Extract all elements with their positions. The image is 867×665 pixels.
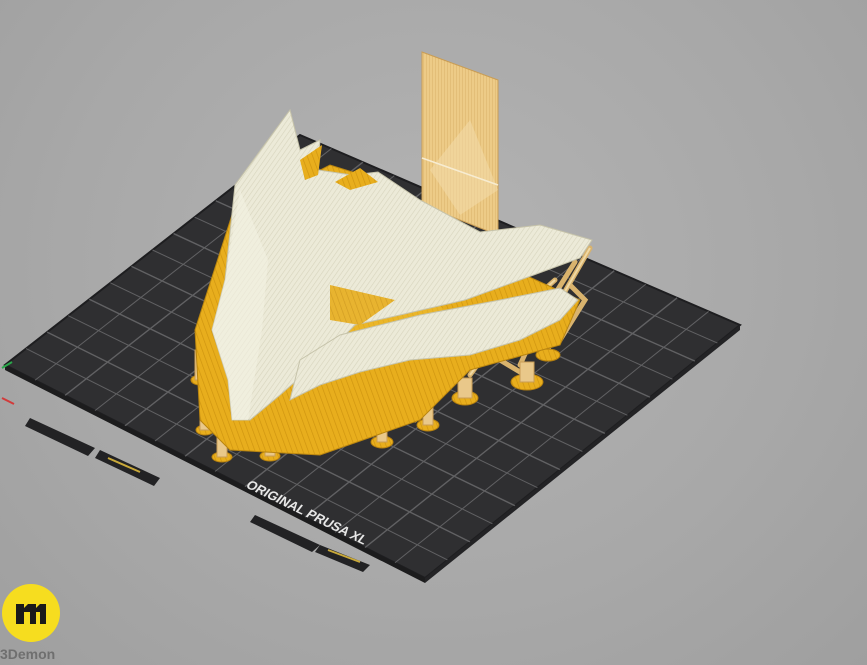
brand-name: 3Demon <box>0 646 56 662</box>
bed-tab <box>25 418 95 456</box>
x-axis-indicator <box>1 397 15 405</box>
3d-viewport[interactable]: ORIGINAL PRUSA XL 3Demon <box>0 0 867 665</box>
brand-logo-icon <box>16 604 46 624</box>
bed-tab <box>95 450 160 486</box>
print-scene[interactable]: ORIGINAL PRUSA XL <box>0 0 867 665</box>
brand-watermark: 3Demon <box>0 582 64 665</box>
